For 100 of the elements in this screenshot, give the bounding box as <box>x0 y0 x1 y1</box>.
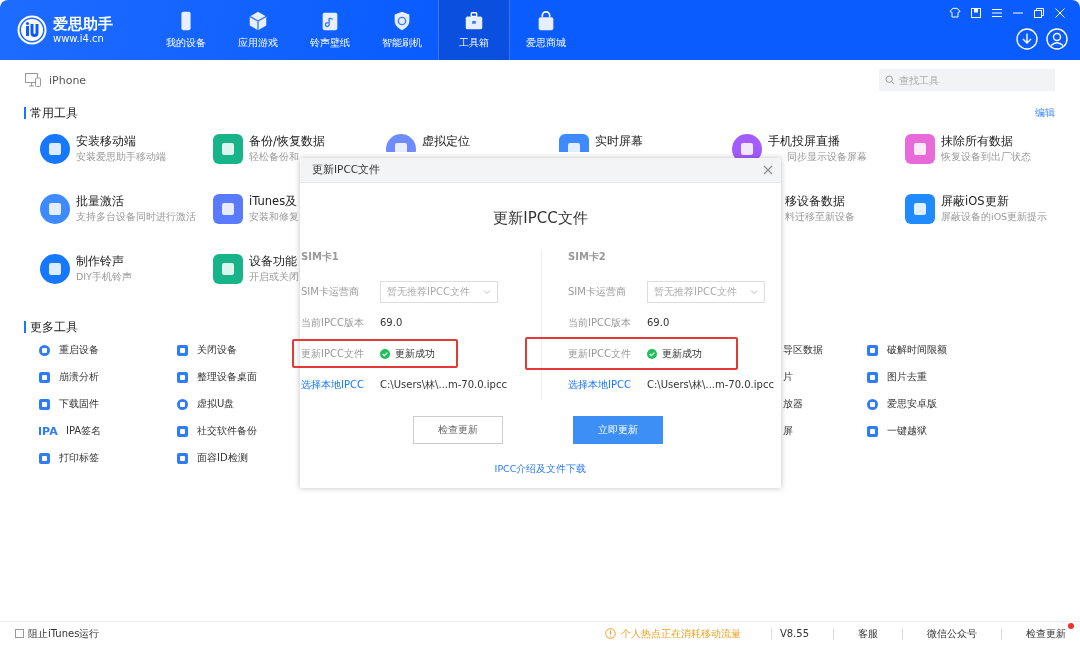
tool-label[interactable]: 爱思安卓版 <box>887 397 937 411</box>
app-icon <box>213 134 243 164</box>
tool-label[interactable]: IPA签名 <box>66 424 102 438</box>
tool-title[interactable]: 虚拟定位 <box>422 134 470 148</box>
search-icon <box>885 75 895 85</box>
field-label: 当前IPCC版本 <box>301 315 365 330</box>
edit-link[interactable]: 编辑 <box>1035 106 1055 120</box>
check-circle-icon <box>380 348 390 359</box>
warning-text: 个人热点正在消耗移动流量 <box>620 626 741 641</box>
nav-tab[interactable]: 我的设备 <box>150 0 222 60</box>
field-label: SIM卡运营商 <box>568 284 627 299</box>
brand-name: 爱思助手 <box>53 15 113 33</box>
nav-tab[interactable]: 应用游戏 <box>222 0 294 60</box>
check-button[interactable]: 检查更新 <box>412 416 503 444</box>
tool-label[interactable]: 一键越狱 <box>887 424 927 438</box>
tool-label[interactable]: 虚拟U盘 <box>197 397 235 411</box>
tool-description: 支持多台设备同时进行激活 <box>76 211 196 223</box>
tool-title[interactable]: 安装移动端 <box>76 134 166 148</box>
close-icon[interactable] <box>763 165 773 175</box>
tool-icon <box>176 451 189 465</box>
dialog-title: 更新IPCC文件 <box>312 163 381 177</box>
tool-icon <box>866 424 879 438</box>
tool-icon <box>38 343 51 357</box>
tool-label[interactable]: 片 <box>783 370 793 384</box>
tool-label[interactable]: 放器 <box>783 397 803 411</box>
tool-label[interactable]: 重启设备 <box>59 343 99 357</box>
tool-icon <box>38 370 51 384</box>
download-icon[interactable] <box>1016 28 1038 50</box>
nav-tab[interactable]: 工具箱 <box>438 0 510 60</box>
download-link[interactable]: IPCC介绍及文件下载 <box>494 463 587 476</box>
device-name[interactable]: iPhone <box>49 73 87 87</box>
nav-tab[interactable]: 铃声壁纸 <box>294 0 366 60</box>
tool-label[interactable]: 屏 <box>783 424 793 438</box>
tool-icon <box>176 370 189 384</box>
status-link[interactable]: 检查更新 <box>1001 627 1080 640</box>
field-label: 当前IPCC版本 <box>568 315 632 330</box>
tool-description: 同步显示设备屏幕 <box>787 151 867 163</box>
tool-label[interactable]: 社交软件备份 <box>197 424 257 438</box>
tool-title[interactable]: 实时屏幕 <box>595 134 643 148</box>
tool-label[interactable]: 关闭设备 <box>197 343 237 357</box>
user-icon[interactable] <box>1046 28 1068 50</box>
version-value: 69.0 <box>647 317 670 328</box>
app-icon <box>213 194 243 224</box>
tool-title[interactable]: 手机投屏直播 <box>768 134 867 148</box>
tool-label[interactable]: 图片去重 <box>887 370 927 384</box>
tool-label[interactable]: 破解时间限额 <box>887 343 947 357</box>
app-icon <box>386 134 416 152</box>
tool-description: 恢复设备到出厂状态 <box>941 151 1031 163</box>
menu-icon[interactable] <box>991 7 1003 19</box>
tool-label[interactable]: 崩溃分析 <box>59 370 99 384</box>
shirt-icon[interactable] <box>949 7 961 19</box>
checkbox-label[interactable]: 阻止iTunes运行 <box>28 626 100 641</box>
nav-tab[interactable]: 智能刷机 <box>366 0 438 60</box>
app-icon <box>40 134 70 164</box>
tool-label[interactable]: 面容ID检测 <box>197 451 248 465</box>
ipa-icon: IPA <box>38 424 62 438</box>
tool-icon <box>866 370 879 384</box>
tool-label[interactable]: 导区数据 <box>783 343 823 357</box>
choose-file-link[interactable]: 选择本地IPCC <box>301 377 380 392</box>
tool-title[interactable]: 设备功能 <box>249 254 299 268</box>
tool-label[interactable]: 打印标签 <box>59 451 99 465</box>
tool-icon <box>176 343 189 357</box>
app-icon <box>40 254 70 284</box>
tool-description: DIY手机铃声 <box>76 271 132 283</box>
tool-title[interactable]: 备份/恢复数据 <box>249 134 325 148</box>
tool-description: 安装和修复 <box>249 211 299 223</box>
app-icon <box>40 194 70 224</box>
sim-title: SIM卡2 <box>568 250 607 264</box>
tool-title[interactable]: 屏蔽iOS更新 <box>941 194 1048 208</box>
tool-title[interactable]: 制作铃声 <box>76 254 132 268</box>
tool-icon <box>38 451 51 465</box>
field-label: 更新IPCC文件 <box>301 346 365 361</box>
tool-description: 料迁移至新设备 <box>785 211 856 223</box>
tool-label[interactable]: 整理设备桌面 <box>197 370 257 384</box>
nav-tab[interactable]: 爱思商城 <box>510 0 582 60</box>
checkbox[interactable] <box>15 629 24 638</box>
status-link[interactable]: 微信公众号 <box>902 627 1001 640</box>
check-circle-icon <box>647 348 657 359</box>
logo-icon <box>17 15 47 45</box>
restore-icon[interactable] <box>1033 7 1045 19</box>
toolbox-icon <box>463 10 485 32</box>
sim-title: SIM卡1 <box>301 250 340 264</box>
caret-icon <box>483 288 491 295</box>
tool-title[interactable]: 移设备数据 <box>785 194 905 208</box>
tool-title[interactable]: iTunes及 <box>249 194 299 208</box>
tool-icon <box>176 397 189 411</box>
section-title: 更多工具 <box>24 321 78 333</box>
tool-title[interactable]: 抹除所有数据 <box>941 134 1031 148</box>
status-link[interactable]: 客服 <box>833 627 902 640</box>
app-icon <box>213 254 243 284</box>
tool-title[interactable]: 批量激活 <box>76 194 196 208</box>
choose-file-link[interactable]: 选择本地IPCC <box>568 377 647 392</box>
tool-label[interactable]: 下载固件 <box>59 397 99 411</box>
field-label: SIM卡运营商 <box>301 284 360 299</box>
dialog-heading: 更新IPCC文件 <box>493 209 588 228</box>
note-icon[interactable] <box>970 7 982 19</box>
tool-icon <box>866 397 879 411</box>
cube-icon <box>247 10 269 32</box>
warning-icon <box>604 628 616 639</box>
file-path: C:\Users\林\...m-70.0.ipcc <box>380 377 507 392</box>
